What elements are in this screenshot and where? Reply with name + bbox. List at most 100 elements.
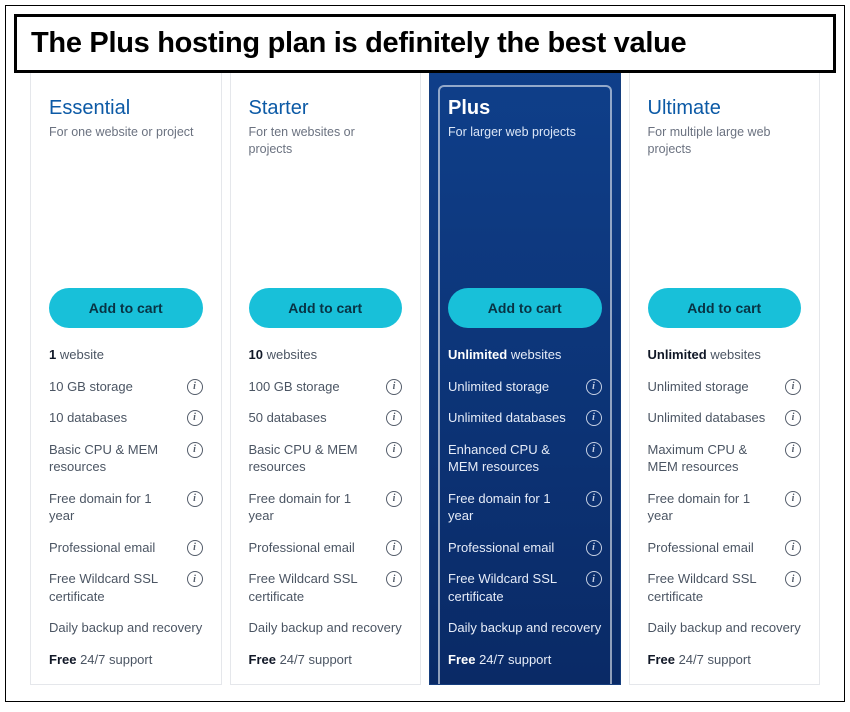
info-icon[interactable]: i [386,571,402,587]
info-icon[interactable]: i [386,442,402,458]
feature-rest: Basic CPU & MEM resources [49,442,158,475]
feature-text: Daily backup and recovery [49,619,203,637]
info-icon[interactable]: i [586,379,602,395]
feature-rest: Free domain for 1 year [448,491,551,524]
feature-text: Free Wildcard SSL certificate [648,570,778,605]
info-icon[interactable]: i [187,442,203,458]
info-icon[interactable]: i [586,571,602,587]
feature-rest: Free domain for 1 year [49,491,152,524]
price-spacer [49,158,203,288]
feature-row: Free 24/7 support [49,651,203,669]
plan-name: Essential [49,97,203,120]
add-to-cart-button[interactable]: Add to cart [49,288,203,328]
feature-rest: Unlimited databases [448,410,566,425]
feature-bold: Free [448,652,475,667]
feature-row: Daily backup and recovery [249,619,403,637]
feature-text: Free domain for 1 year [249,490,379,525]
info-icon[interactable]: i [785,571,801,587]
feature-text: Enhanced CPU & MEM resources [448,441,578,476]
feature-row: Unlimited websites [648,346,802,364]
feature-rest: Free Wildcard SSL certificate [648,571,757,604]
feature-rest: Professional email [648,540,754,555]
page-frame: The Plus hosting plan is definitely the … [5,5,845,702]
price-spacer [448,158,602,288]
info-icon[interactable]: i [187,540,203,556]
feature-row: Unlimited databasesi [648,409,802,427]
feature-rest: Free domain for 1 year [648,491,751,524]
feature-row: 50 databasesi [249,409,403,427]
price-spacer [648,158,802,288]
feature-row: Daily backup and recovery [448,619,602,637]
feature-list: 1 website 10 GB storagei 10 databases i Basi… [49,346,203,669]
info-icon[interactable]: i [187,491,203,507]
plans-row: EssentialFor one website or projectAdd t… [30,66,820,685]
info-icon[interactable]: i [187,571,203,587]
info-icon[interactable]: i [386,410,402,426]
feature-row: Free domain for 1 year i [249,490,403,525]
add-to-cart-button[interactable]: Add to cart [648,288,802,328]
feature-row: Free domain for 1 year i [448,490,602,525]
feature-row: Professional email i [448,539,602,557]
feature-rest: 24/7 support [475,652,551,667]
feature-row: Basic CPU & MEM resources i [249,441,403,476]
feature-rest: Enhanced CPU & MEM resources [448,442,550,475]
info-icon[interactable]: i [785,491,801,507]
info-icon[interactable]: i [785,540,801,556]
feature-rest: 24/7 support [76,652,152,667]
plan-card-essential: EssentialFor one website or projectAdd t… [30,66,222,685]
feature-bold: Free [49,652,76,667]
info-icon[interactable]: i [586,491,602,507]
feature-text: Free domain for 1 year [448,490,578,525]
cta-row: Add to cart [249,288,403,328]
feature-text: 10 websites [249,346,403,364]
feature-rest: websites [263,347,317,362]
info-icon[interactable]: i [187,410,203,426]
add-to-cart-button[interactable]: Add to cart [448,288,602,328]
info-icon[interactable]: i [785,410,801,426]
feature-row: Free 24/7 support [249,651,403,669]
feature-row: Free Wildcard SSL certificate i [648,570,802,605]
feature-rest: website [56,347,104,362]
info-icon[interactable]: i [586,410,602,426]
feature-rest: websites [507,347,561,362]
feature-rest: Free domain for 1 year [249,491,352,524]
info-icon[interactable]: i [386,379,402,395]
feature-row: 10 websites [249,346,403,364]
plan-subtitle: For multiple large web projects [648,124,802,158]
info-icon[interactable]: i [586,540,602,556]
feature-row: Unlimited storagei [648,378,802,396]
feature-row: 10 GB storagei [49,378,203,396]
feature-rest: Basic CPU & MEM resources [249,442,358,475]
feature-rest: 100 GB storage [249,379,340,394]
feature-text: Professional email [49,539,179,557]
feature-text: Unlimited websites [448,346,602,364]
feature-text: 1 website [49,346,203,364]
feature-text: Unlimited databases [448,409,578,427]
plan-subtitle: For ten websites or projects [249,124,403,158]
feature-text: Basic CPU & MEM resources [49,441,179,476]
feature-text: Free domain for 1 year [648,490,778,525]
feature-row: Professional email i [648,539,802,557]
feature-row: Free domain for 1 year i [49,490,203,525]
feature-text: Professional email [448,539,578,557]
feature-list: Unlimited websites Unlimited storagei Unli… [648,346,802,669]
info-icon[interactable]: i [386,540,402,556]
feature-rest: 24/7 support [675,652,751,667]
info-icon[interactable]: i [785,442,801,458]
feature-rest: Professional email [49,540,155,555]
feature-row: Enhanced CPU & MEM resources i [448,441,602,476]
info-icon[interactable]: i [785,379,801,395]
feature-text: Free 24/7 support [648,651,802,669]
info-icon[interactable]: i [586,442,602,458]
feature-row: Maximum CPU & MEM resourcesi [648,441,802,476]
feature-text: Free 24/7 support [49,651,203,669]
feature-text: Daily backup and recovery [249,619,403,637]
feature-rest: 10 databases [49,410,127,425]
add-to-cart-button[interactable]: Add to cart [249,288,403,328]
plan-name: Ultimate [648,97,802,120]
feature-text: Free Wildcard SSL certificate [249,570,379,605]
feature-row: Free 24/7 support [448,651,602,669]
info-icon[interactable]: i [386,491,402,507]
info-icon[interactable]: i [187,379,203,395]
feature-list: Unlimited websitesUnlimited storageiUnli… [448,346,602,669]
